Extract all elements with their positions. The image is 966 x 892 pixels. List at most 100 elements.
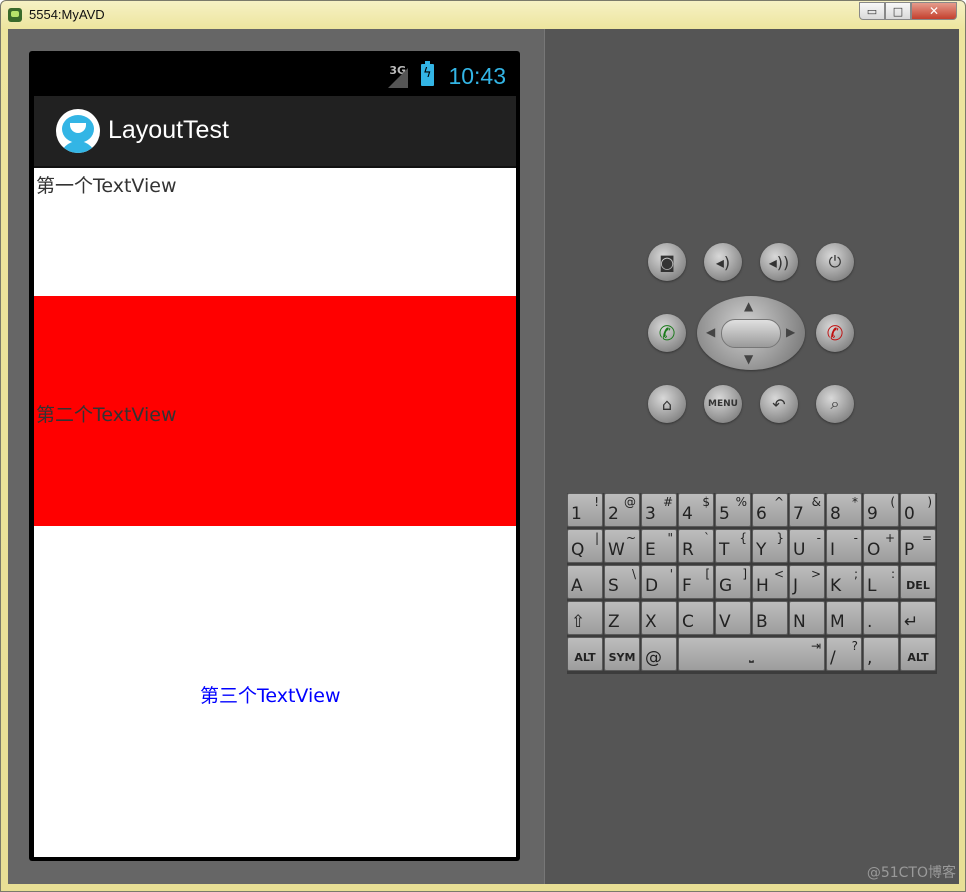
third-textview: 第三个TextView	[34, 526, 516, 857]
key-label: 7	[793, 504, 804, 524]
key-row3-9[interactable]: DEL	[900, 565, 936, 599]
key-row3-4[interactable]: G]	[715, 565, 751, 599]
key-row3-5[interactable]: H <	[752, 565, 788, 599]
key-row4-8[interactable]: .	[863, 601, 899, 635]
battery-icon: ϟ	[421, 61, 434, 86]
key-label: @	[645, 648, 662, 668]
key-label: A	[571, 576, 583, 596]
key-row2-9[interactable]: P =	[900, 529, 936, 563]
key-row2-2[interactable]: E "	[641, 529, 677, 563]
close-button[interactable]: ✕	[911, 2, 957, 20]
key-row1-4[interactable]: 5%	[715, 493, 751, 527]
key-row4-7[interactable]: M	[826, 601, 862, 635]
dpad-right-icon[interactable]: ▶	[786, 325, 795, 339]
volume-up-button[interactable]: ◂))	[760, 243, 798, 281]
key-label: ⎵	[749, 650, 754, 663]
key-shift-label: )	[927, 495, 932, 509]
key-label: ALT	[907, 651, 929, 664]
dpad-left-icon[interactable]: ◀	[706, 325, 715, 339]
key-label: 6	[756, 504, 767, 524]
power-button[interactable]: ⏻	[816, 243, 854, 281]
key-row3-8[interactable]: L:	[863, 565, 899, 599]
key-slash[interactable]: /?	[826, 637, 862, 671]
key-row1-8[interactable]: 9(	[863, 493, 899, 527]
key-row1-9[interactable]: 0)	[900, 493, 936, 527]
key-label: L	[867, 576, 877, 596]
key-row2-7[interactable]: I-	[826, 529, 862, 563]
key-row2-6[interactable]: U-	[789, 529, 825, 563]
key-label: Q	[571, 540, 585, 560]
key-alt-left[interactable]: ALT	[567, 637, 603, 671]
menu-button[interactable]: MENU	[704, 385, 742, 423]
search-button[interactable]: ⌕	[816, 385, 854, 423]
home-button[interactable]: ⌂	[648, 385, 686, 423]
minimize-button[interactable]: ▭	[859, 2, 885, 20]
key-label: P	[904, 540, 915, 560]
key-row4-1[interactable]: Z	[604, 601, 640, 635]
key-row1-0[interactable]: 1!	[567, 493, 603, 527]
phone-call-icon: ✆	[658, 321, 676, 345]
key-label: ⇧	[571, 612, 586, 632]
key-row3-0[interactable]: A	[567, 565, 603, 599]
key-label: I	[830, 540, 836, 560]
key-row1-3[interactable]: 4 $	[678, 493, 714, 527]
key-row2-3[interactable]: R `	[678, 529, 714, 563]
key-shift-label: ;	[853, 567, 858, 581]
key-shift-label: <	[773, 567, 784, 581]
key-label: /	[830, 648, 836, 668]
key-row4-6[interactable]: N	[789, 601, 825, 635]
camera-button[interactable]: ◙	[648, 243, 686, 281]
key-space[interactable]: ⎵ ⇥	[678, 637, 825, 671]
key-row2-4[interactable]: T{	[715, 529, 751, 563]
call-button[interactable]: ✆	[648, 314, 686, 352]
app-launcher-icon[interactable]	[56, 109, 100, 153]
key-row4-9[interactable]: ↵	[900, 601, 936, 635]
key-label: R	[682, 540, 694, 560]
key-row1-1[interactable]: 2 @	[604, 493, 640, 527]
key-shift-label: -	[816, 531, 821, 545]
key-row4-4[interactable]: V	[715, 601, 751, 635]
key-row4-3[interactable]: C	[678, 601, 714, 635]
key-row3-6[interactable]: J >	[789, 565, 825, 599]
key-label: G	[719, 576, 733, 596]
maximize-button[interactable]: □	[885, 2, 911, 20]
first-textview-label: 第一个TextView	[36, 175, 177, 197]
dpad-down-icon[interactable]: ▼	[744, 352, 753, 366]
key-row2-5[interactable]: Y}	[752, 529, 788, 563]
first-textview: 第一个TextView	[34, 168, 516, 296]
key-row2-1[interactable]: W ~	[604, 529, 640, 563]
dpad-center-button[interactable]	[721, 319, 781, 348]
emulator-app-icon	[8, 8, 22, 22]
key-row1-5[interactable]: 6 ^	[752, 493, 788, 527]
key-row2-0[interactable]: Q |	[567, 529, 603, 563]
key-label: 8	[830, 504, 841, 524]
key-row4-0[interactable]: ⇧	[567, 601, 603, 635]
key-row1-2[interactable]: 3 #	[641, 493, 677, 527]
key-at[interactable]: @	[641, 637, 677, 671]
status-bar: 3G ϟ 10:43	[34, 56, 516, 96]
key-label: 1	[571, 504, 582, 524]
key-shift-label: -	[853, 531, 858, 545]
key-row4-2[interactable]: X	[641, 601, 677, 635]
key-comma[interactable]: ,	[863, 637, 899, 671]
dpad-up-icon[interactable]: ▲	[744, 299, 753, 313]
key-shift-label: ?	[851, 639, 858, 653]
key-row2-8[interactable]: O +	[863, 529, 899, 563]
key-row1-6[interactable]: 7 &	[789, 493, 825, 527]
key-shift-label: [	[705, 567, 710, 581]
key-label: .	[867, 612, 873, 632]
key-row3-3[interactable]: F[	[678, 565, 714, 599]
title-bar[interactable]: 5554:MyAVD ▭ □ ✕	[1, 1, 965, 29]
key-row3-7[interactable]: K;	[826, 565, 862, 599]
key-row4-5[interactable]: B	[752, 601, 788, 635]
key-row1-7[interactable]: 8 *	[826, 493, 862, 527]
key-row3-2[interactable]: D '	[641, 565, 677, 599]
key-sym[interactable]: SYM	[604, 637, 640, 671]
end-call-button[interactable]: ✆	[816, 314, 854, 352]
volume-down-button[interactable]: ◂)	[704, 243, 742, 281]
back-button[interactable]: ↶	[760, 385, 798, 423]
dpad[interactable]: ▲ ▼ ◀ ▶	[697, 296, 805, 370]
key-label: M	[830, 612, 845, 632]
key-row3-1[interactable]: S \	[604, 565, 640, 599]
key-alt-right[interactable]: ALT	[900, 637, 936, 671]
